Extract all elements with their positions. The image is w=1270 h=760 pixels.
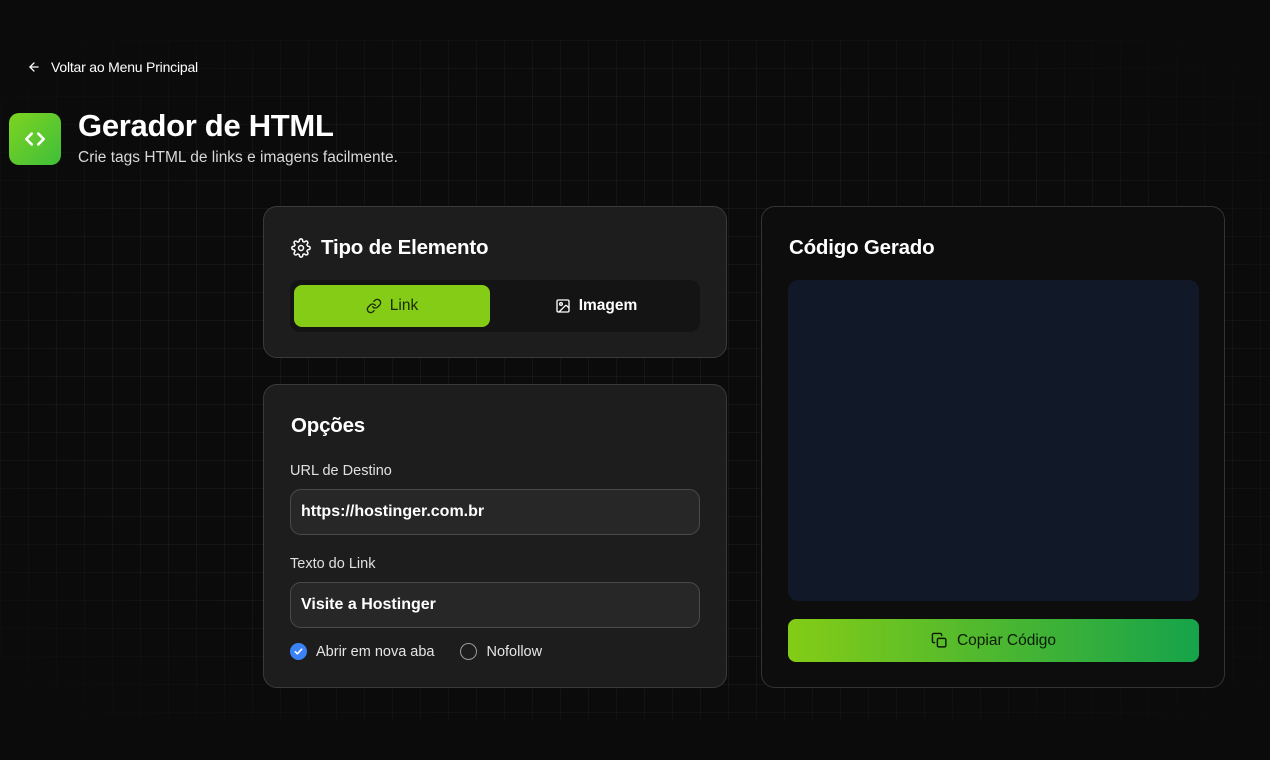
back-link-label: Voltar ao Menu Principal [51,59,198,75]
open-new-tab-label: Abrir em nova aba [316,643,435,660]
link-icon [366,298,382,314]
options-heading: Opções [291,414,365,438]
link-text-field-label: Texto do Link [290,556,376,572]
image-type-button[interactable]: Imagem [498,285,694,327]
options-title: Opções [291,414,365,437]
url-input[interactable] [290,489,700,535]
link-text-input[interactable] [290,582,700,628]
element-type-heading: Tipo de Elemento [291,236,488,260]
element-type-card: Tipo de Elemento Link Imagem [263,206,727,358]
open-new-tab-checkbox[interactable] [290,643,307,660]
generated-code-title: Código Gerado [789,236,935,259]
generated-code-card: Código Gerado Copiar Código [761,206,1225,688]
copy-icon [931,632,947,648]
back-to-menu-link[interactable]: Voltar ao Menu Principal [27,59,198,75]
page-subtitle: Crie tags HTML de links e imagens facilm… [78,149,398,166]
app-logo [9,113,61,165]
link-type-label: Link [389,297,419,314]
url-field-label: URL de Destino [290,463,392,479]
image-icon [556,299,570,313]
arrow-left-icon [29,62,39,72]
code-icon [25,132,45,146]
code-output-area[interactable] [788,280,1199,601]
nofollow-checkbox[interactable] [460,643,478,660]
link-options-row: Abrir em nova aba Nofollow [290,643,542,660]
generated-code-heading: Código Gerado [789,236,935,260]
page-title: Gerador de HTML [78,108,334,143]
element-type-toggle: Link Imagem [290,280,700,332]
copy-code-label: Copiar Código [956,631,1057,649]
image-type-label: Imagem [578,297,638,314]
link-type-button[interactable]: Link [294,285,490,327]
nofollow-label: Nofollow [486,643,543,660]
element-type-title: Tipo de Elemento [321,236,489,259]
options-card: Opções URL de Destino Texto do Link Abri… [263,384,727,688]
nofollow-option[interactable]: Nofollow [460,643,542,660]
check-icon [294,648,303,655]
gear-icon [291,238,311,258]
copy-code-button[interactable]: Copiar Código [788,619,1199,662]
open-new-tab-option[interactable]: Abrir em nova aba [290,643,434,660]
